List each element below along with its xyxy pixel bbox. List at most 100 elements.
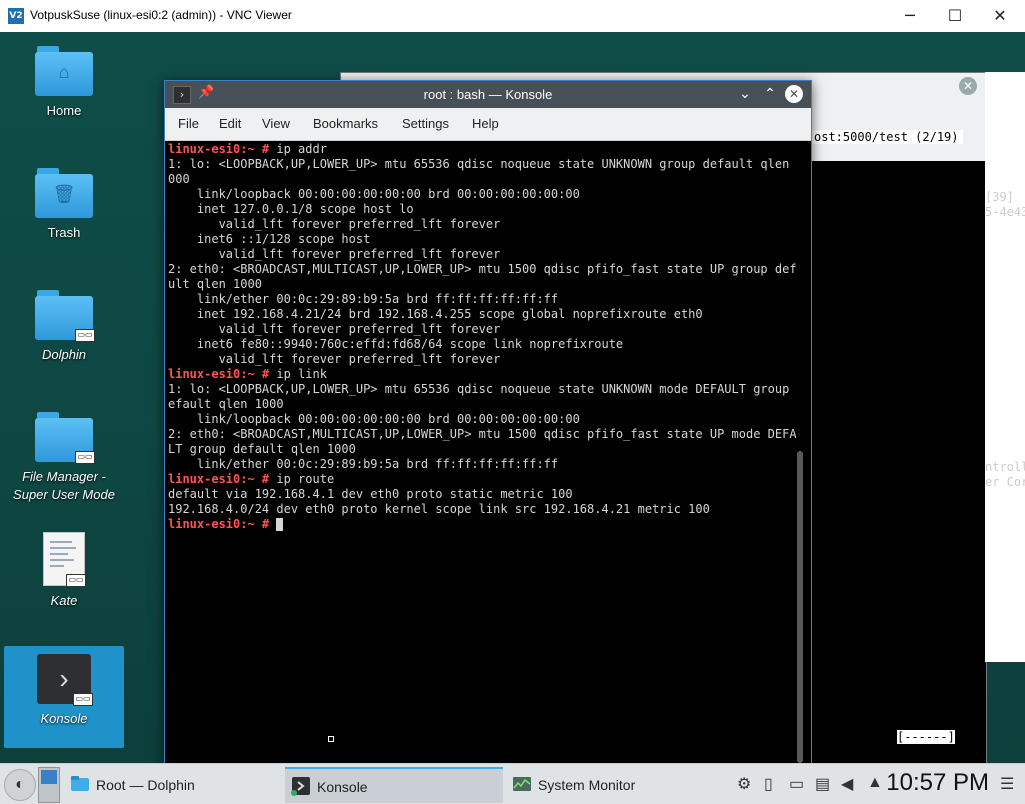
terminal-line: valid_lft forever preferred_lft forever	[168, 247, 796, 262]
terminal-text: efault qlen 1000	[168, 397, 284, 411]
terminal-line: linux-esi0:~ # ip route	[168, 472, 796, 487]
desktop: ✕ ost:5000/test (2/19) [39] 5-4e43 ntrol…	[0, 32, 1025, 763]
file-manager-folder-icon: ▭▭	[35, 412, 95, 464]
terminal-scrollbar[interactable]	[797, 451, 803, 763]
desktop-icon-home[interactable]: ⌂ Home	[4, 46, 124, 120]
menu-view[interactable]: View	[262, 116, 290, 131]
link-badge-icon: ▭▭	[75, 329, 95, 342]
terminal-text: ip addr	[269, 142, 327, 156]
konsole-terminal-icon: › ▭▭	[37, 654, 93, 706]
konsole-window[interactable]: › 📌 root : bash — Konsole ⌄ ⌃ ✕ File Edi…	[164, 80, 812, 763]
clipboard-icon[interactable]: ▤	[815, 774, 830, 794]
application-launcher-icon[interactable]: ◐	[4, 769, 36, 801]
desktop-icon-file-manager-su[interactable]: ▭▭ File Manager - Super User Mode	[4, 412, 124, 504]
terminal-text: link/ether 00:0c:29:89:b9:5a brd ff:ff:f…	[168, 457, 559, 471]
task-system-monitor[interactable]: System Monitor	[506, 767, 724, 801]
menu-file[interactable]: File	[178, 116, 199, 131]
terminal-line: valid_lft forever preferred_lft forever	[168, 322, 796, 337]
tray-expand-icon[interactable]: ▲	[867, 774, 883, 792]
terminal-text: 2: eth0: <BROADCAST,MULTICAST,UP,LOWER_U…	[168, 262, 796, 276]
desktop-icon-konsole[interactable]: › ▭▭ Konsole	[4, 646, 124, 748]
terminal-text: inet 127.0.0.1/8 scope host lo	[168, 202, 414, 216]
display-icon[interactable]: ▭	[789, 774, 804, 794]
task-label: Root — Dolphin	[96, 777, 195, 793]
taskbar: ◐ Root — Dolphin Konsole System Monitor …	[0, 763, 1025, 804]
terminal-line: 192.168.4.0/24 dev eth0 proto kernel sco…	[168, 502, 796, 517]
konsole-icon	[291, 777, 310, 796]
link-badge-icon: ▭▭	[73, 693, 93, 706]
desktop-icon-trash[interactable]: 🗑 Trash	[4, 168, 124, 242]
shell-prompt: linux-esi0:~ #	[168, 367, 270, 381]
terminal-text: 192.168.4.0/24 dev eth0 proto kernel sco…	[168, 502, 710, 516]
terminal-line: valid_lft forever preferred_lft forever	[168, 352, 796, 367]
chevron-down-icon[interactable]: ⌄	[736, 85, 754, 103]
background-progress-text: [------]	[897, 730, 955, 744]
terminal-line: efault qlen 1000	[168, 397, 796, 412]
task-label: System Monitor	[538, 777, 636, 793]
virtual-desktop-pager[interactable]	[38, 767, 60, 803]
terminal-line: ult qlen 1000	[168, 277, 796, 292]
desktop-icon-label: File Manager - Super User Mode	[13, 469, 115, 502]
maximize-button[interactable]: ☐	[935, 4, 975, 28]
text-cursor	[276, 518, 284, 531]
usb-device-icon[interactable]: ▯	[764, 774, 773, 794]
desktop-icon-label: Dolphin	[41, 347, 87, 362]
terminal-text: valid_lft forever preferred_lft forever	[168, 322, 501, 336]
menu-help[interactable]: Help	[472, 116, 499, 131]
terminal-text: inet6 ::1/128 scope host	[168, 232, 371, 246]
background-window-edge	[985, 72, 1025, 662]
minimize-button[interactable]: ─	[890, 4, 930, 28]
terminal-line: inet6 ::1/128 scope host	[168, 232, 796, 247]
terminal-text: 000	[168, 172, 190, 186]
terminal-text: inet 192.168.4.21/24 brd 192.168.4.255 s…	[168, 307, 703, 321]
system-monitor-icon	[513, 777, 531, 791]
desktop-icon-kate[interactable]: ▭▭ Kate	[4, 532, 124, 610]
shell-prompt: linux-esi0:~ #	[168, 142, 270, 156]
terminal-text: 2: eth0: <BROADCAST,MULTICAST,UP,LOWER_U…	[168, 427, 796, 441]
desktop-icon-dolphin[interactable]: ▭▭ Dolphin	[4, 290, 124, 364]
terminal-line: 1: lo: <LOOPBACK,UP,LOWER_UP> mtu 65536 …	[168, 157, 796, 172]
menu-bookmarks[interactable]: Bookmarks	[313, 116, 378, 131]
terminal-line: inet 127.0.0.1/8 scope host lo	[168, 202, 796, 217]
menu-settings[interactable]: Settings	[402, 116, 449, 131]
close-icon[interactable]: ✕	[785, 85, 803, 103]
trash-icon: 🗑	[35, 168, 93, 218]
terminal-line: link/ether 00:0c:29:89:b9:5a brd ff:ff:f…	[168, 292, 796, 307]
terminal-text: LT group default qlen 1000	[168, 442, 356, 456]
vnc-window-title: VotpuskSuse (linux-esi0:2 (admin)) - VNC…	[30, 8, 292, 22]
chevron-up-icon[interactable]: ⌃	[761, 85, 779, 103]
clock[interactable]: 10:57 PM	[886, 769, 989, 797]
terminal-line: valid_lft forever preferred_lft forever	[168, 217, 796, 232]
terminal-line: link/loopback 00:00:00:00:00:00 brd 00:0…	[168, 412, 796, 427]
folder-icon	[71, 776, 89, 791]
desktop-icon-label: Home	[46, 103, 82, 118]
shell-prompt: linux-esi0:~ #	[168, 472, 270, 486]
desktop-icon-label: Kate	[50, 593, 78, 608]
terminal-text: default via 192.168.4.1 dev eth0 proto s…	[168, 487, 573, 501]
menu-edit[interactable]: Edit	[219, 116, 241, 131]
home-folder-icon: ⌂	[35, 46, 93, 96]
konsole-menubar: File Edit View Bookmarks Settings Help	[165, 108, 811, 141]
terminal-text: valid_lft forever preferred_lft forever	[168, 217, 501, 231]
kate-document-icon: ▭▭	[43, 532, 86, 587]
terminal-line: default via 192.168.4.1 dev eth0 proto s…	[168, 487, 796, 502]
terminal-line: 2: eth0: <BROADCAST,MULTICAST,UP,LOWER_U…	[168, 262, 796, 277]
terminal-text: ip route	[269, 472, 335, 486]
network-settings-icon[interactable]: ⚙	[737, 774, 751, 794]
close-button[interactable]: ✕	[980, 4, 1020, 28]
konsole-window-title: root : bash — Konsole	[423, 87, 553, 102]
background-window-close-icon[interactable]: ✕	[959, 77, 977, 95]
terminal-line: linux-esi0:~ # ip addr	[168, 142, 796, 157]
terminal-output[interactable]: linux-esi0:~ # ip addr 1: lo: <LOOPBACK,U…	[168, 142, 796, 763]
volume-muted-icon[interactable]: ◀	[841, 774, 853, 794]
terminal-line: link/ether 00:0c:29:89:b9:5a brd ff:ff:f…	[168, 457, 796, 472]
task-konsole[interactable]: Konsole	[285, 767, 503, 803]
konsole-titlebar[interactable]: › 📌 root : bash — Konsole ⌄ ⌃ ✕	[165, 81, 811, 108]
task-dolphin[interactable]: Root — Dolphin	[64, 767, 280, 801]
terminal-line: 2: eth0: <BROADCAST,MULTICAST,UP,LOWER_U…	[168, 427, 796, 442]
terminal-line: link/loopback 00:00:00:00:00:00 brd 00:0…	[168, 187, 796, 202]
vnc-titlebar: V2 VotpuskSuse (linux-esi0:2 (admin)) - …	[0, 0, 1025, 33]
link-badge-icon: ▭▭	[75, 451, 95, 464]
menu-icon[interactable]: ☰	[1000, 774, 1014, 794]
